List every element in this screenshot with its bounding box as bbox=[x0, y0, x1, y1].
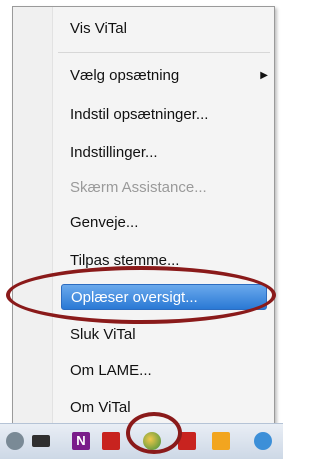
menu-item-label: Genveje... bbox=[70, 214, 139, 231]
menu-item-label: Om LAME... bbox=[70, 362, 152, 379]
ie-icon[interactable] bbox=[254, 432, 272, 450]
network-icon[interactable] bbox=[32, 435, 50, 447]
menu-item-sluk-vital[interactable]: Sluk ViTal bbox=[13, 322, 274, 348]
menu-item-om-lame[interactable]: Om LAME... bbox=[13, 358, 274, 384]
menu-item-vaelg-opsaetning[interactable]: Vælg opsætning ▶ bbox=[13, 63, 274, 89]
menu-item-label: Sluk ViTal bbox=[70, 326, 136, 343]
menu-item-indstillinger[interactable]: Indstillinger... bbox=[13, 140, 274, 166]
context-menu: Vis ViTal Vælg opsætning ▶ Indstil opsæt… bbox=[12, 6, 275, 424]
menu-item-label: Vis ViTal bbox=[70, 20, 127, 37]
menu-item-label: Skærm Assistance... bbox=[70, 179, 207, 196]
menu-item-label: Indstil opsætninger... bbox=[70, 106, 209, 123]
menu-separator bbox=[58, 52, 270, 53]
annotation-ellipse-menu-item bbox=[6, 266, 276, 324]
chevron-right-icon: ▶ bbox=[260, 70, 268, 81]
menu-item-skaerm-assistance: Skærm Assistance... bbox=[13, 175, 274, 201]
menu-item-label: Om ViTal bbox=[70, 399, 131, 416]
screen: Vis ViTal Vælg opsætning ▶ Indstil opsæt… bbox=[0, 0, 283, 459]
onenote-icon[interactable]: N bbox=[72, 432, 90, 450]
annotation-ellipse-tray-icon bbox=[126, 412, 182, 454]
pdf-icon[interactable] bbox=[102, 432, 120, 450]
menu-item-label: Vælg opsætning bbox=[70, 67, 180, 84]
menu-item-vis-vital[interactable]: Vis ViTal bbox=[13, 16, 274, 42]
menu-item-label: Indstillinger... bbox=[70, 144, 158, 161]
menu-item-indstil-opsaetninger[interactable]: Indstil opsætninger... bbox=[13, 102, 274, 128]
speaker-icon[interactable] bbox=[6, 432, 24, 450]
menu-item-genveje[interactable]: Genveje... bbox=[13, 210, 274, 236]
office-icon[interactable] bbox=[212, 432, 230, 450]
